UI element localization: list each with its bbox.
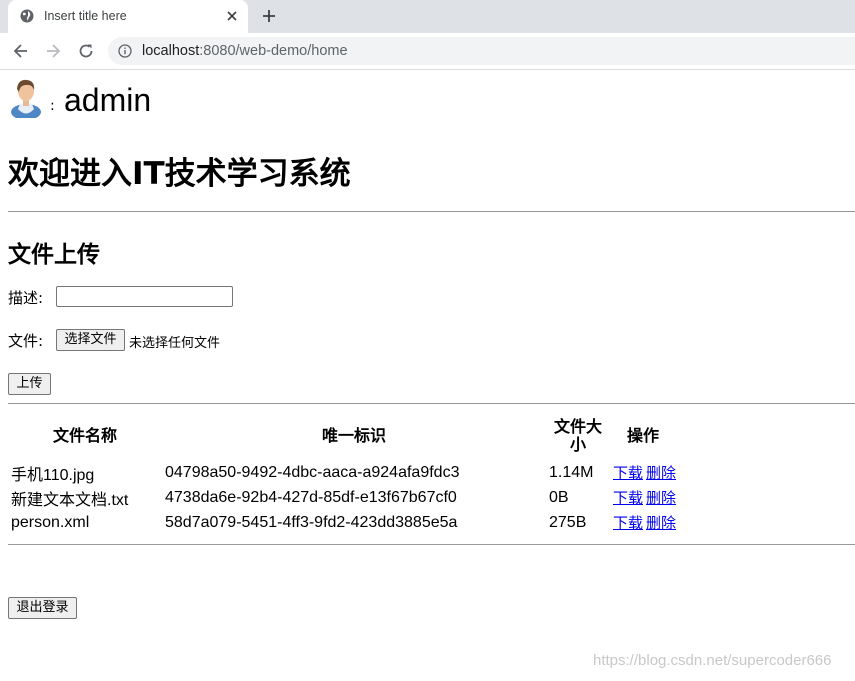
header-file-size: 文件大小 [546, 412, 610, 460]
url-text[interactable]: localhost:8080/web-demo/home [142, 43, 348, 59]
header-file-size-text: 文件大小 [553, 417, 602, 454]
header-actions: 操作 [627, 426, 660, 445]
choose-file-button[interactable]: 选择文件 [56, 329, 125, 351]
close-icon[interactable] [224, 8, 240, 24]
divider [8, 403, 855, 404]
browser-tab[interactable]: Insert title here [8, 0, 248, 33]
file-name: 手机110.jpg [11, 466, 95, 484]
file-id: 4738da6e-92b4-427d-85df-e13f67b67cf0 [165, 488, 457, 506]
url-path: :8080/web-demo/home [199, 43, 348, 59]
forward-arrow-icon[interactable] [44, 42, 62, 60]
upload-section-title: 文件上传 [8, 242, 100, 268]
browser-toolbar: localhost:8080/web-demo/home [0, 33, 855, 70]
file-name: person.xml [11, 513, 90, 531]
file-label: 文件: [8, 332, 44, 350]
file-size: 1.14M [549, 463, 594, 481]
user-avatar-icon [11, 79, 41, 118]
url-host: localhost [142, 43, 200, 59]
file-size: 275B [549, 513, 587, 531]
file-size: 0B [549, 488, 569, 506]
download-link[interactable]: 下载 [613, 464, 643, 482]
file-id: 58d7a079-5451-4ff3-9fd2-423dd3885e5a [165, 513, 458, 531]
file-name: 新建文本文档.txt [11, 491, 129, 509]
globe-icon [20, 9, 34, 23]
file-id: 04798a50-9492-4dbc-aaca-a924afa9fdc3 [165, 463, 460, 481]
header-unique-id: 唯一标识 [321, 426, 386, 445]
file-table: 文件名称 唯一标识 文件大小 操作 手机110.jpg 04798a50-949… [8, 412, 676, 535]
table-header-row: 文件名称 唯一标识 文件大小 操作 [8, 412, 676, 460]
table-row: 手机110.jpg 04798a50-9492-4dbc-aaca-a924af… [8, 460, 676, 485]
user-colon: : [50, 98, 55, 114]
download-link[interactable]: 下载 [613, 514, 643, 532]
delete-link[interactable]: 删除 [646, 464, 676, 482]
table-row: person.xml 58d7a079-5451-4ff3-9fd2-423dd… [8, 510, 676, 535]
upload-button[interactable]: 上传 [8, 373, 51, 395]
page-content: : admin 欢迎进入IT技术学习系统 文件上传 描述: 文件: 选择文件 未… [0, 70, 855, 681]
table-row: 新建文本文档.txt 4738da6e-92b4-427d-85df-e13f6… [8, 485, 676, 510]
new-tab-icon[interactable] [259, 6, 279, 26]
logout-button[interactable]: 退出登录 [8, 597, 77, 619]
username: admin [64, 82, 152, 118]
page-title: 欢迎进入IT技术学习系统 [8, 156, 351, 192]
watermark: https://blog.csdn.net/supercoder666 [593, 652, 832, 669]
address-bar[interactable]: localhost:8080/web-demo/home [108, 37, 855, 65]
tab-title: Insert title here [44, 9, 127, 23]
divider [8, 211, 855, 212]
delete-link[interactable]: 删除 [646, 489, 676, 507]
divider [8, 544, 855, 545]
browser-tabstrip: Insert title here [0, 0, 855, 33]
description-input[interactable] [56, 286, 233, 307]
description-label: 描述: [8, 289, 44, 307]
header-file-name: 文件名称 [52, 426, 117, 445]
file-status: 未选择任何文件 [129, 336, 221, 351]
reload-icon[interactable] [77, 42, 95, 60]
back-arrow-icon[interactable] [12, 42, 30, 60]
info-icon[interactable] [118, 44, 132, 58]
download-link[interactable]: 下载 [613, 489, 643, 507]
delete-link[interactable]: 删除 [646, 514, 676, 532]
